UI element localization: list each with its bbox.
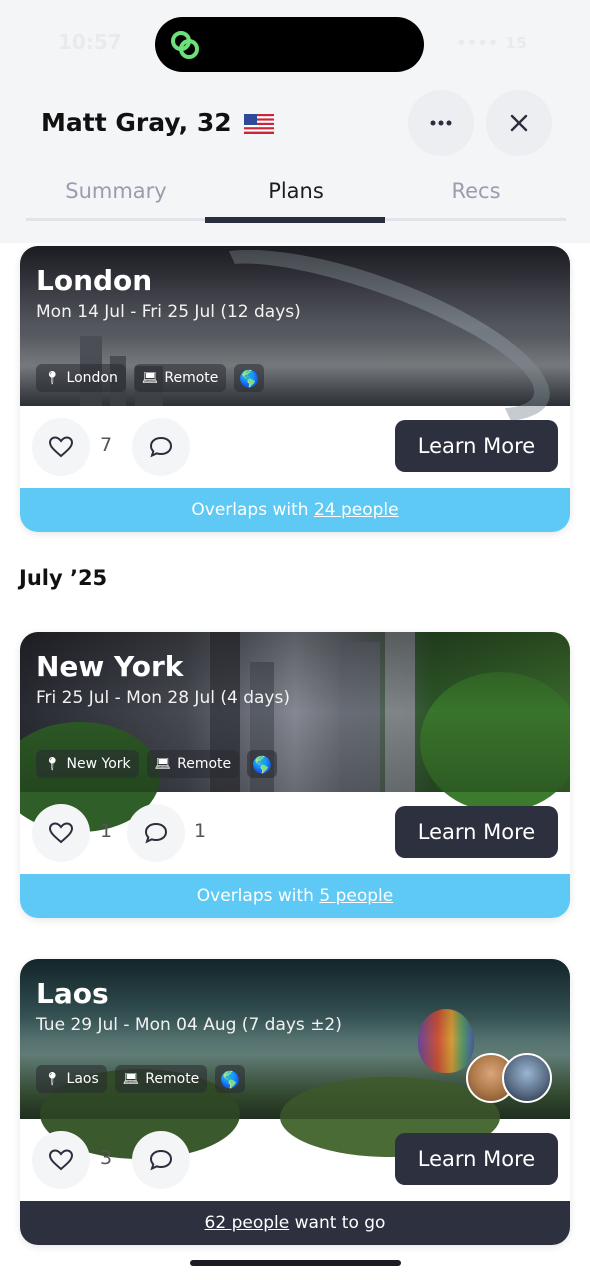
overlap-bar: Overlaps with 24 people xyxy=(20,488,570,532)
trip-dates: Mon 14 Jul - Fri 25 Jul (12 days) xyxy=(36,302,301,322)
globe-icon: 🌎 xyxy=(247,750,278,778)
learn-more-button[interactable]: Learn More xyxy=(395,806,558,858)
status-indicators: •••• 15 xyxy=(456,34,528,52)
learn-more-button[interactable]: Learn More xyxy=(395,1133,558,1185)
tag-chips: 📍︎ Laos 💻︎ Remote 🌎 xyxy=(36,1065,246,1093)
comment-button[interactable] xyxy=(132,1131,190,1189)
work-chip: 💻︎ Remote xyxy=(114,1065,208,1093)
location-label: London xyxy=(66,370,118,386)
tab-active-indicator xyxy=(205,217,385,223)
comment-icon xyxy=(149,1149,173,1171)
status-time: 10:57 xyxy=(58,30,122,54)
like-button[interactable] xyxy=(32,804,90,862)
more-dots-icon xyxy=(430,120,452,126)
laptop-icon: 💻︎ xyxy=(141,370,159,386)
want-to-go-bar: 62 people want to go xyxy=(20,1201,570,1245)
avatar xyxy=(502,1053,552,1103)
work-label: Remote xyxy=(177,756,232,772)
location-pin-icon: 📍︎ xyxy=(44,370,61,386)
overlap-people-link[interactable]: 5 people xyxy=(319,886,393,906)
like-count: 7 xyxy=(100,434,113,456)
location-pin-icon: 📍︎ xyxy=(44,1071,61,1087)
profile-name: Matt Gray, 32 xyxy=(41,108,232,137)
month-section-header: July ’25 xyxy=(19,566,108,590)
card-actions: 1 1 Learn More xyxy=(20,792,570,874)
overlap-prefix: Overlaps with xyxy=(191,500,314,520)
work-label: Remote xyxy=(145,1071,200,1087)
location-pin-icon: 📍︎ xyxy=(44,756,61,772)
overlap-prefix: Overlaps with xyxy=(196,886,320,906)
us-flag-icon xyxy=(244,114,275,134)
status-bar: 10:57 •••• 15 xyxy=(0,0,590,88)
heart-icon xyxy=(48,1149,74,1171)
want-people-link[interactable]: 62 people xyxy=(205,1213,290,1233)
comment-icon xyxy=(144,822,168,844)
heart-icon xyxy=(48,822,74,844)
comment-count: 1 xyxy=(194,820,207,842)
city-title: London xyxy=(36,264,153,297)
like-count: 1 xyxy=(100,820,113,842)
profile-header: Matt Gray, 32 Summary Plans Recs xyxy=(0,88,590,243)
city-image: London Mon 14 Jul - Fri 25 Jul (12 days)… xyxy=(20,246,570,458)
heart-icon xyxy=(48,436,74,458)
tab-recs[interactable]: Recs xyxy=(386,163,566,223)
close-icon xyxy=(510,114,528,132)
laptop-icon: 💻︎ xyxy=(154,756,172,772)
trip-dates: Fri 25 Jul - Mon 28 Jul (4 days) xyxy=(36,688,290,708)
plan-card-laos[interactable]: Laos Tue 29 Jul - Mon 04 Aug (7 days ±2)… xyxy=(20,959,570,1245)
comment-icon xyxy=(149,436,173,458)
tab-plans[interactable]: Plans xyxy=(206,163,386,223)
city-image: Laos Tue 29 Jul - Mon 04 Aug (7 days ±2)… xyxy=(20,959,570,1159)
comment-button[interactable] xyxy=(127,804,185,862)
city-image: New York Fri 25 Jul - Mon 28 Jul (4 days… xyxy=(20,632,570,832)
work-chip: 💻︎ Remote xyxy=(146,750,240,778)
close-button[interactable] xyxy=(486,90,552,156)
trip-dates: Tue 29 Jul - Mon 04 Aug (7 days ±2) xyxy=(36,1015,342,1035)
comment-button[interactable] xyxy=(132,418,190,476)
laptop-icon: 💻︎ xyxy=(122,1071,140,1087)
card-actions: 7 Learn More xyxy=(20,406,570,488)
plan-card-new-york[interactable]: New York Fri 25 Jul - Mon 28 Jul (4 days… xyxy=(20,632,570,918)
overlap-people-link[interactable]: 24 people xyxy=(314,500,399,520)
work-label: Remote xyxy=(164,370,219,386)
home-indicator xyxy=(190,1260,401,1266)
location-label: New York xyxy=(66,756,131,772)
tag-chips: 📍︎ London 💻︎ Remote 🌎 xyxy=(36,364,265,392)
tab-summary[interactable]: Summary xyxy=(26,163,206,223)
location-chip: 📍︎ Laos xyxy=(36,1065,107,1093)
learn-more-button[interactable]: Learn More xyxy=(395,420,558,472)
like-button[interactable] xyxy=(32,418,90,476)
more-options-button[interactable] xyxy=(408,90,474,156)
globe-icon: 🌎 xyxy=(234,364,265,392)
location-chip: 📍︎ New York xyxy=(36,750,139,778)
location-chip: 📍︎ London xyxy=(36,364,126,392)
overlap-bar: Overlaps with 5 people xyxy=(20,874,570,918)
card-actions: 3 Learn More xyxy=(20,1119,570,1201)
attendee-avatars[interactable] xyxy=(466,1053,556,1105)
dynamic-island xyxy=(155,17,424,72)
app-link-icon xyxy=(171,31,199,59)
profile-title: Matt Gray, 32 xyxy=(41,108,275,137)
tab-bar: Summary Plans Recs xyxy=(26,163,566,223)
tag-chips: 📍︎ New York 💻︎ Remote 🌎 xyxy=(36,750,278,778)
work-chip: 💻︎ Remote xyxy=(133,364,227,392)
plan-card-london[interactable]: London Mon 14 Jul - Fri 25 Jul (12 days)… xyxy=(20,246,570,532)
city-title: New York xyxy=(36,650,184,683)
location-label: Laos xyxy=(66,1071,99,1087)
want-suffix: want to go xyxy=(289,1213,386,1233)
like-count: 3 xyxy=(100,1147,113,1169)
city-title: Laos xyxy=(36,977,109,1010)
globe-icon: 🌎 xyxy=(215,1065,246,1093)
like-button[interactable] xyxy=(32,1131,90,1189)
